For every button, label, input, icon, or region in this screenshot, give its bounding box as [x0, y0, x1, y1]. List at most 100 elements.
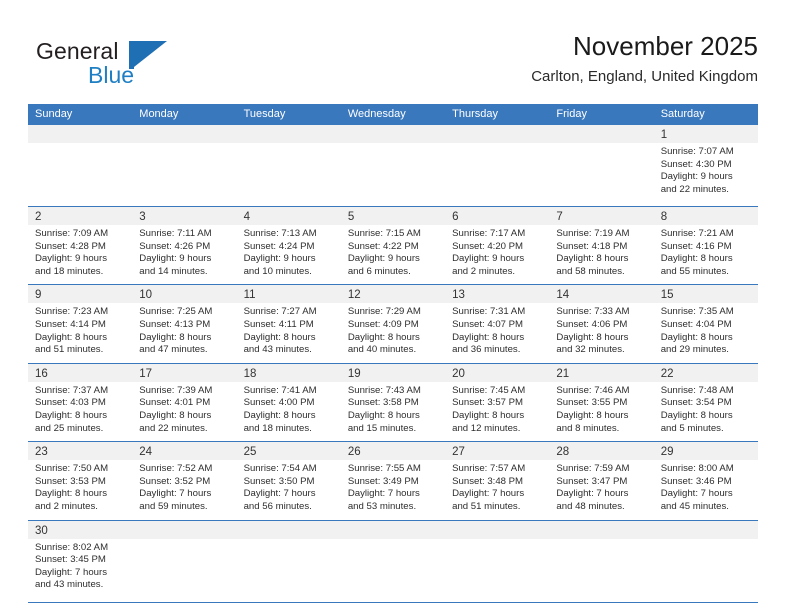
day-details: Sunrise: 7:45 AM Sunset: 3:57 PM Daylight:…	[445, 382, 549, 441]
day-cell-empty	[28, 125, 133, 206]
day-cell-3[interactable]: 3 Sunrise: 7:11 AM Sunset: 4:26 PM Daylight…	[132, 207, 237, 285]
day-detail-line: Daylight: 9 hours	[660, 171, 733, 183]
triangle-logo-icon	[129, 41, 167, 69]
day-cell-2[interactable]: 2 Sunrise: 7:09 AM Sunset: 4:28 PM Daylight…	[28, 207, 133, 285]
day-detail-line: Daylight: 9 hours	[139, 253, 212, 265]
day-detail-line: Daylight: 8 hours	[452, 331, 525, 343]
day-cell-1[interactable]: 1 Sunrise: 7:07 AM Sunset: 4:30 PM Daylight…	[653, 125, 758, 206]
day-cell-6[interactable]: 6 Sunrise: 7:17 AM Sunset: 4:20 PM Daylight…	[445, 207, 550, 285]
day-number: 3	[139, 211, 146, 223]
day-detail-line: Daylight: 8 hours	[139, 331, 212, 343]
day-detail-line: and 53 minutes.	[347, 500, 417, 512]
day-cell-27[interactable]: 27 Sunrise: 7:57 AM Sunset: 3:48 PM Dayligh…	[445, 442, 550, 520]
day-number: 5	[347, 211, 355, 223]
day-detail-line: and 8 minutes.	[556, 422, 620, 434]
day-number: 7	[556, 211, 563, 223]
day-number-band	[132, 520, 237, 539]
day-detail-line: and 2 minutes.	[35, 500, 98, 512]
day-cell-15[interactable]: 15 Sunrise: 7:35 AM Sunset: 4:04 PM Dayligh…	[653, 285, 758, 363]
day-number-band	[549, 125, 654, 143]
day-detail-line: Sunrise: 8:02 AM	[35, 541, 109, 553]
weekday-header-monday: Monday	[139, 108, 179, 120]
day-number-band	[132, 125, 237, 143]
day-detail-line: Daylight: 9 hours	[243, 253, 316, 265]
day-cell-20[interactable]: 20 Sunrise: 7:45 AM Sunset: 3:57 PM Dayligh…	[445, 363, 550, 442]
calendar-bottom-rule	[28, 601, 758, 603]
day-detail-line: Sunrise: 7:23 AM	[35, 306, 109, 318]
day-number-band: 10	[132, 285, 237, 304]
weekday-header-wednesday: Wednesday	[347, 108, 406, 120]
day-number-band	[28, 125, 133, 143]
day-cell-30[interactable]: 30 Sunrise: 8:02 AM Sunset: 3:45 PM Dayligh…	[28, 520, 133, 602]
day-detail-line: Sunset: 4:22 PM	[347, 240, 419, 252]
day-detail-line: and 58 minutes.	[556, 265, 625, 277]
day-detail-line: Sunrise: 7:52 AM	[139, 463, 213, 475]
day-detail-line: Sunset: 4:01 PM	[139, 397, 211, 409]
day-cell-17[interactable]: 17 Sunrise: 7:39 AM Sunset: 4:01 PM Dayligh…	[132, 363, 237, 442]
day-detail-line: Daylight: 8 hours	[35, 488, 107, 500]
day-cell-5[interactable]: 5 Sunrise: 7:15 AM Sunset: 4:22 PM Daylight…	[340, 207, 446, 285]
day-cell-9[interactable]: 9 Sunrise: 7:23 AM Sunset: 4:14 PM Daylight…	[28, 285, 133, 363]
day-cell-10[interactable]: 10 Sunrise: 7:25 AM Sunset: 4:13 PM Dayligh…	[132, 285, 237, 363]
day-cell-22[interactable]: 22 Sunrise: 7:48 AM Sunset: 3:54 PM Dayligh…	[653, 363, 758, 442]
day-detail-line: Sunset: 4:24 PM	[243, 240, 315, 252]
day-detail-line: Sunset: 3:58 PM	[347, 397, 419, 409]
day-number-band: 9	[28, 285, 133, 304]
day-cell-23[interactable]: 23 Sunrise: 7:50 AM Sunset: 3:53 PM Dayligh…	[28, 442, 133, 520]
day-number: 27	[452, 446, 465, 459]
day-detail-line: Sunset: 4:07 PM	[452, 318, 524, 330]
day-cell-25[interactable]: 25 Sunrise: 7:54 AM Sunset: 3:50 PM Dayligh…	[236, 442, 341, 520]
day-detail-line: Sunrise: 7:11 AM	[139, 228, 212, 239]
day-number: 15	[660, 289, 674, 302]
day-number-band	[340, 125, 446, 143]
day-cell-empty	[445, 125, 550, 206]
day-cell-16[interactable]: 16 Sunrise: 7:37 AM Sunset: 4:03 PM Dayligh…	[28, 363, 133, 442]
day-cell-empty	[340, 125, 446, 206]
day-cell-14[interactable]: 14 Sunrise: 7:33 AM Sunset: 4:06 PM Dayligh…	[549, 285, 654, 363]
day-detail-line: Sunrise: 7:48 AM	[660, 384, 734, 396]
day-cell-29[interactable]: 29 Sunrise: 8:00 AM Sunset: 3:46 PM Dayligh…	[653, 442, 758, 520]
title-block: November 2025 Carlton, England, United K…	[531, 30, 758, 86]
day-number-band: 5	[340, 207, 446, 225]
day-detail-line: Sunset: 4:06 PM	[556, 318, 628, 330]
day-cell-21[interactable]: 21 Sunrise: 7:46 AM Sunset: 3:55 PM Dayligh…	[549, 363, 654, 442]
day-cell-empty	[236, 125, 341, 206]
day-number-band: 19	[340, 363, 446, 382]
day-cell-19[interactable]: 19 Sunrise: 7:43 AM Sunset: 3:58 PM Dayligh…	[340, 363, 446, 442]
day-cell-12[interactable]: 12 Sunrise: 7:29 AM Sunset: 4:09 PM Dayligh…	[340, 285, 446, 363]
day-cell-4[interactable]: 4 Sunrise: 7:13 AM Sunset: 4:24 PM Daylight…	[236, 207, 341, 285]
day-cell-7[interactable]: 7 Sunrise: 7:19 AM Sunset: 4:18 PM Daylight…	[549, 207, 654, 285]
day-detail-line: Daylight: 7 hours	[139, 488, 212, 500]
day-cell-13[interactable]: 13 Sunrise: 7:31 AM Sunset: 4:07 PM Dayligh…	[445, 285, 550, 363]
day-cell-26[interactable]: 26 Sunrise: 7:55 AM Sunset: 3:49 PM Dayligh…	[340, 442, 446, 520]
day-number-band: 11	[236, 285, 341, 304]
weekday-header-tuesday: Tuesday	[243, 108, 286, 120]
day-number: 13	[452, 289, 465, 302]
day-detail-line: Sunset: 3:57 PM	[452, 397, 524, 409]
brand-logo[interactable]: General Blue	[36, 38, 236, 94]
day-number-band: 22	[653, 363, 758, 382]
day-detail-line: Sunrise: 7:59 AM	[556, 463, 630, 475]
day-details: Sunrise: 8:00 AM Sunset: 3:46 PM Daylight:…	[654, 460, 758, 519]
day-detail-line: Sunrise: 7:46 AM	[556, 384, 630, 396]
day-number-band: 20	[445, 363, 550, 382]
day-number: 11	[243, 289, 256, 302]
day-detail-line: Daylight: 8 hours	[243, 331, 316, 343]
day-details	[341, 143, 445, 206]
day-detail-line: Sunset: 4:20 PM	[452, 240, 524, 252]
day-number: 22	[660, 367, 674, 380]
day-cell-8[interactable]: 8 Sunrise: 7:21 AM Sunset: 4:16 PM Daylight…	[653, 207, 758, 285]
day-detail-line: Sunset: 3:53 PM	[35, 475, 106, 487]
day-cell-28[interactable]: 28 Sunrise: 7:59 AM Sunset: 3:47 PM Dayligh…	[549, 442, 654, 520]
day-cell-18[interactable]: 18 Sunrise: 7:41 AM Sunset: 4:00 PM Dayligh…	[236, 363, 341, 442]
day-details: Sunrise: 7:55 AM Sunset: 3:49 PM Daylight:…	[341, 460, 445, 519]
day-number-band	[445, 520, 550, 539]
day-details: Sunrise: 7:35 AM Sunset: 4:04 PM Daylight:…	[654, 303, 758, 362]
day-detail-line: and 51 minutes.	[35, 344, 104, 356]
day-cell-24[interactable]: 24 Sunrise: 7:52 AM Sunset: 3:52 PM Dayligh…	[132, 442, 237, 520]
day-details: Sunrise: 8:02 AM Sunset: 3:45 PM Daylight:…	[28, 539, 132, 598]
day-detail-line: Sunrise: 7:50 AM	[35, 463, 109, 475]
day-cell-11[interactable]: 11 Sunrise: 7:27 AM Sunset: 4:11 PM Dayligh…	[236, 285, 341, 363]
day-detail-line: and 25 minutes.	[35, 422, 104, 434]
day-details: Sunrise: 7:52 AM Sunset: 3:52 PM Daylight:…	[132, 460, 236, 519]
